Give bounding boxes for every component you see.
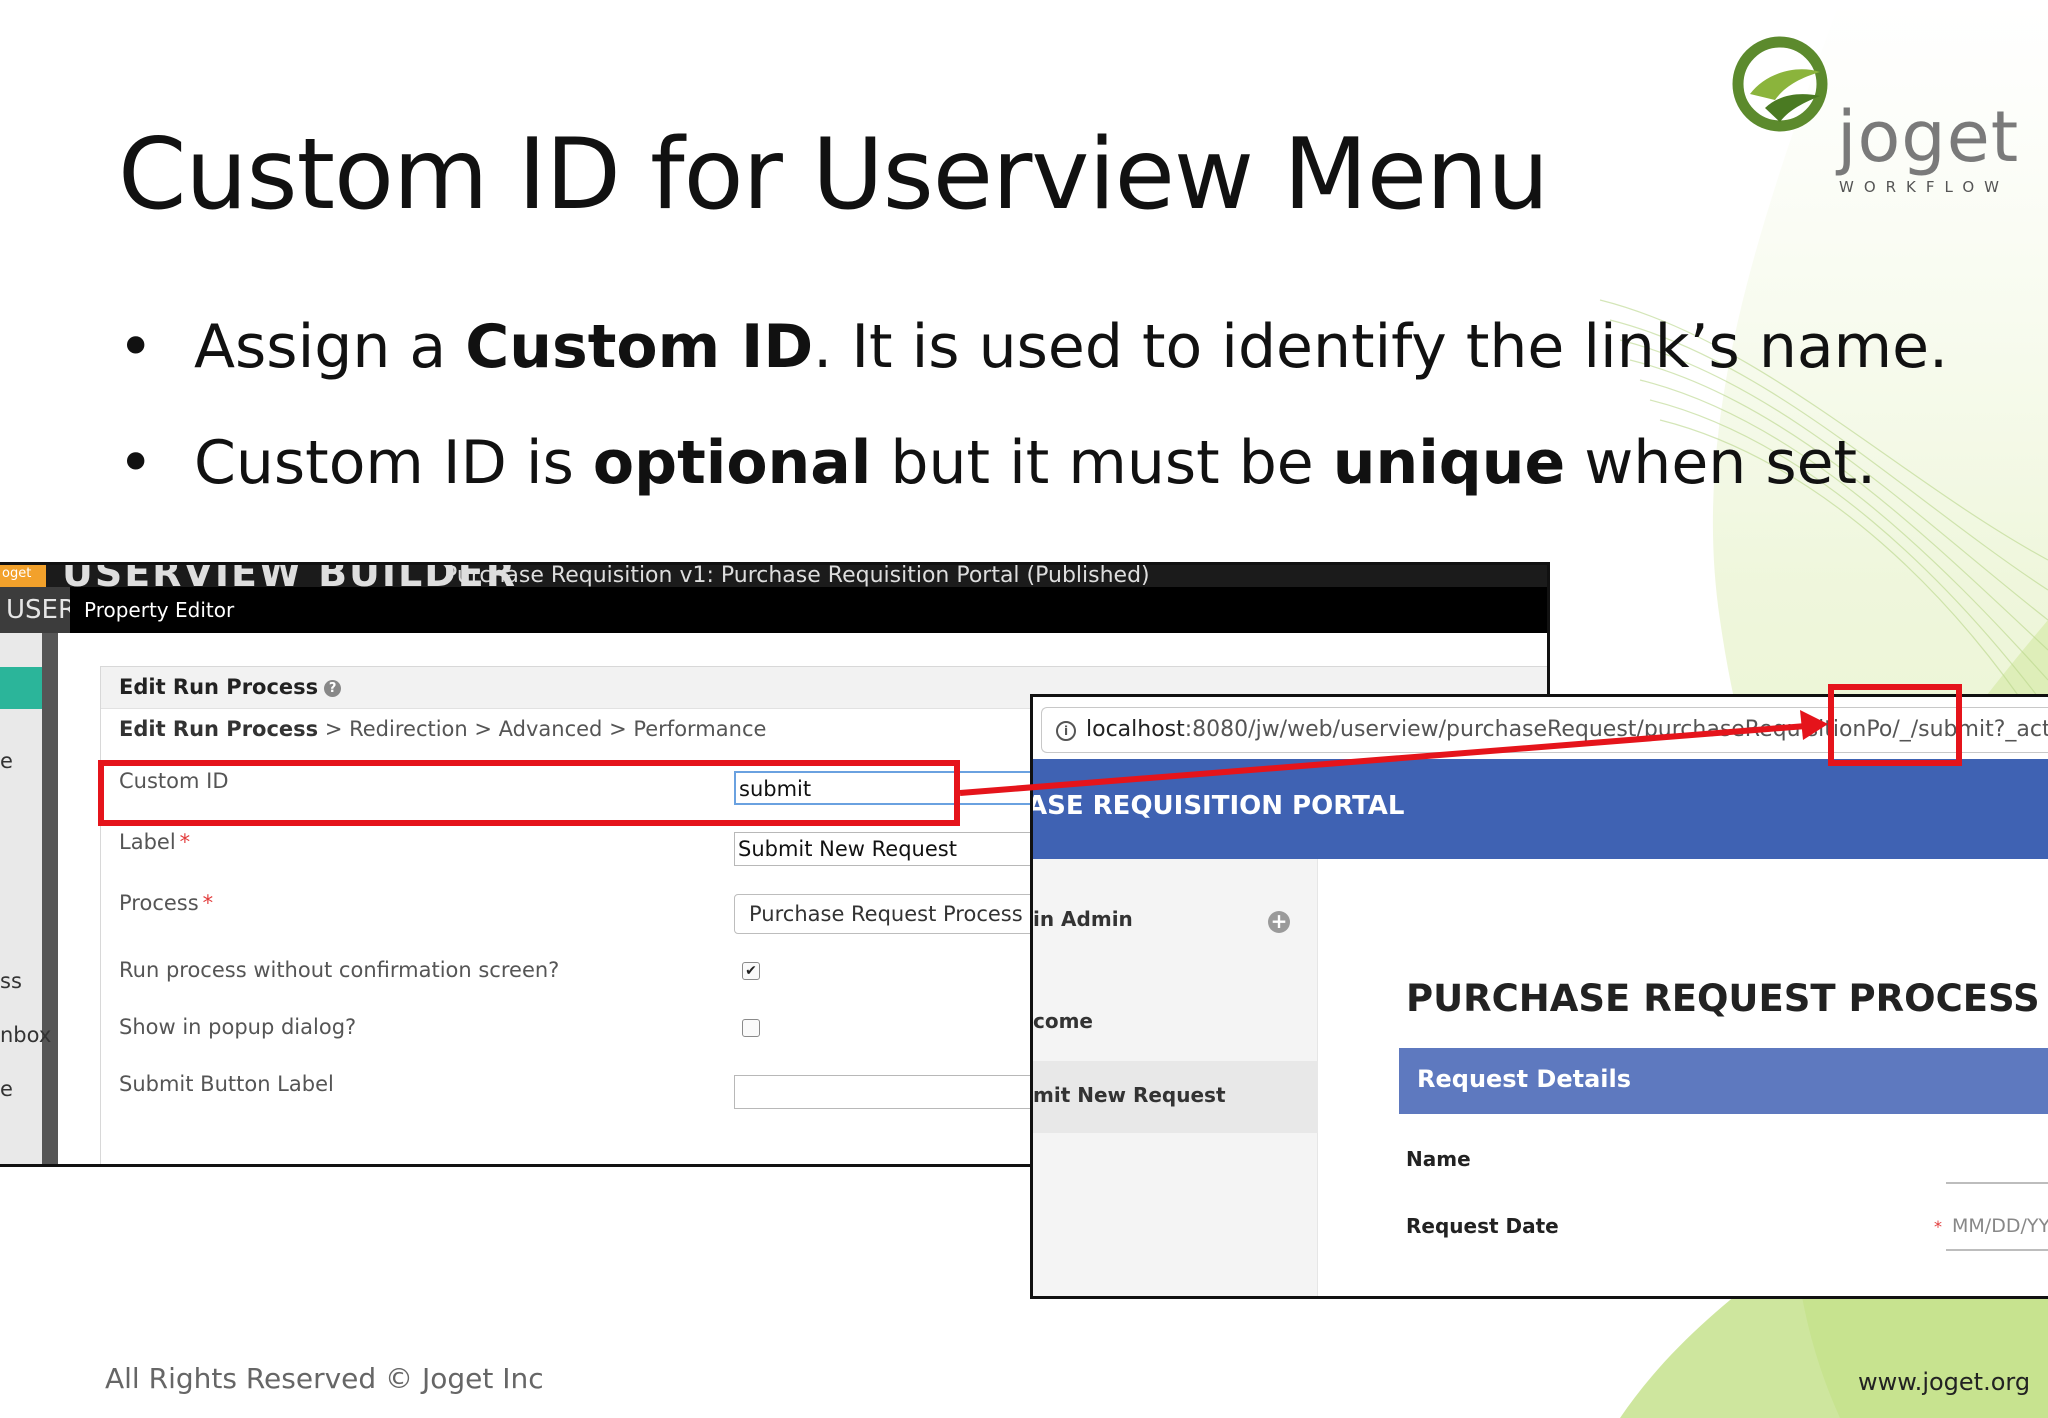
bullet-item: Custom ID is optional but it must be uni… bbox=[118, 428, 1948, 544]
label-label: Label * bbox=[119, 830, 190, 854]
side-strip-item[interactable]: ss bbox=[0, 969, 22, 993]
portal-header: ASE REQUISITION PORTAL bbox=[1033, 759, 2048, 859]
process-label-text: Process bbox=[119, 891, 199, 915]
logo-wordmark: joget bbox=[1837, 96, 2020, 178]
bullet-text: Custom ID is bbox=[194, 428, 593, 498]
builder-side-strip: e ss nbox e bbox=[0, 633, 58, 1164]
label-label-text: Label bbox=[119, 830, 176, 854]
request-details-section: Request Details bbox=[1399, 1048, 2048, 1114]
joget-logo: joget WORKFLOW bbox=[1725, 34, 2018, 204]
custom-id-highlight bbox=[98, 760, 960, 826]
request-date-underline bbox=[1946, 1249, 2048, 1251]
breadcrumb-current[interactable]: Edit Run Process bbox=[119, 717, 318, 741]
submit-button-label-label: Submit Button Label bbox=[119, 1072, 334, 1096]
popup-dialog-checkbox[interactable] bbox=[742, 1019, 760, 1037]
url-host: localhost bbox=[1086, 717, 1185, 742]
url-path: :8080/jw/web/userview/purchaseRequest/pu… bbox=[1184, 717, 1893, 742]
url-highlight bbox=[1828, 684, 1962, 766]
run-without-confirm-label: Run process without confirmation screen? bbox=[119, 958, 560, 982]
builder-logo[interactable]: oget bbox=[0, 565, 46, 587]
userview-tab[interactable]: USER bbox=[0, 587, 70, 633]
side-strip-item[interactable]: e bbox=[0, 749, 13, 773]
sidebar-item-submit-new-request[interactable]: mit New Request bbox=[1033, 1061, 1318, 1133]
bullet-item: Assign a Custom ID. It is used to identi… bbox=[118, 312, 1948, 428]
section-title: Request Details bbox=[1417, 1065, 1632, 1093]
request-date-label: Request Date bbox=[1406, 1214, 1559, 1238]
bullet-text: Assign a bbox=[194, 312, 466, 382]
slide-title: Custom ID for Userview Menu bbox=[118, 118, 1549, 232]
panel-title-text: Edit Run Process bbox=[119, 675, 319, 699]
portal-sidebar: in Admin + come mit New Request bbox=[1033, 859, 1318, 1296]
form-title: PURCHASE REQUEST PROCESS - S bbox=[1406, 977, 2048, 1020]
logo-tagline: WORKFLOW bbox=[1839, 178, 2009, 196]
builder-subtitle: Purchase Requisition v1: Purchase Requis… bbox=[444, 565, 1150, 587]
request-date-input[interactable]: * MM/DD/YY bbox=[1934, 1215, 2048, 1237]
name-input[interactable] bbox=[1946, 1182, 2048, 1184]
name-label: Name bbox=[1406, 1147, 1471, 1171]
side-strip-item[interactable]: nbox bbox=[0, 1023, 51, 1047]
run-without-confirm-checkbox[interactable]: ✔ bbox=[742, 962, 760, 980]
bullet-bold: Custom ID bbox=[465, 312, 814, 382]
info-icon[interactable]: i bbox=[1056, 721, 1076, 741]
bullet-bold: unique bbox=[1332, 428, 1566, 498]
property-editor-title: Property Editor bbox=[84, 598, 235, 622]
bullet-text: when set. bbox=[1565, 428, 1877, 498]
required-mark: * bbox=[1934, 1217, 1942, 1236]
popup-dialog-label: Show in popup dialog? bbox=[119, 1015, 357, 1039]
plus-icon[interactable]: + bbox=[1268, 911, 1290, 933]
sidebar-item-welcome[interactable]: come bbox=[1033, 1009, 1093, 1033]
panel-title: Edit Run Process? bbox=[119, 675, 342, 699]
process-label: Process * bbox=[119, 891, 213, 915]
side-strip-item[interactable]: e bbox=[0, 1077, 13, 1101]
sidebar-user: in Admin bbox=[1033, 907, 1133, 931]
required-mark: * bbox=[202, 891, 214, 915]
date-placeholder: MM/DD/YY bbox=[1952, 1215, 2048, 1237]
portal-title: ASE REQUISITION PORTAL bbox=[1030, 791, 1405, 821]
breadcrumb-rest[interactable]: > Redirection > Advanced > Performance bbox=[318, 717, 767, 741]
bullet-bold: optional bbox=[592, 428, 872, 498]
bullet-list: Assign a Custom ID. It is used to identi… bbox=[118, 312, 1948, 544]
required-mark: * bbox=[179, 830, 191, 854]
breadcrumb: Edit Run Process > Redirection > Advance… bbox=[119, 717, 766, 741]
sidebar-item-label: mit New Request bbox=[1033, 1083, 1226, 1107]
bullet-text: but it must be bbox=[871, 428, 1333, 498]
help-icon[interactable]: ? bbox=[324, 679, 342, 697]
active-category-marker[interactable] bbox=[0, 667, 42, 709]
copyright-footer: All Rights Reserved © Joget Inc bbox=[105, 1362, 544, 1395]
builder-header: oget USERVIEW BUILDER Purchase Requisiti… bbox=[0, 565, 1547, 587]
userview-browser-screenshot: i localhost:8080/jw/web/userview/purchas… bbox=[1030, 694, 2048, 1299]
joget-swirl-icon bbox=[1732, 36, 1828, 132]
website-link[interactable]: www.joget.org bbox=[1858, 1368, 2030, 1396]
bullet-text: . It is used to identify the link’s name… bbox=[813, 312, 1949, 382]
